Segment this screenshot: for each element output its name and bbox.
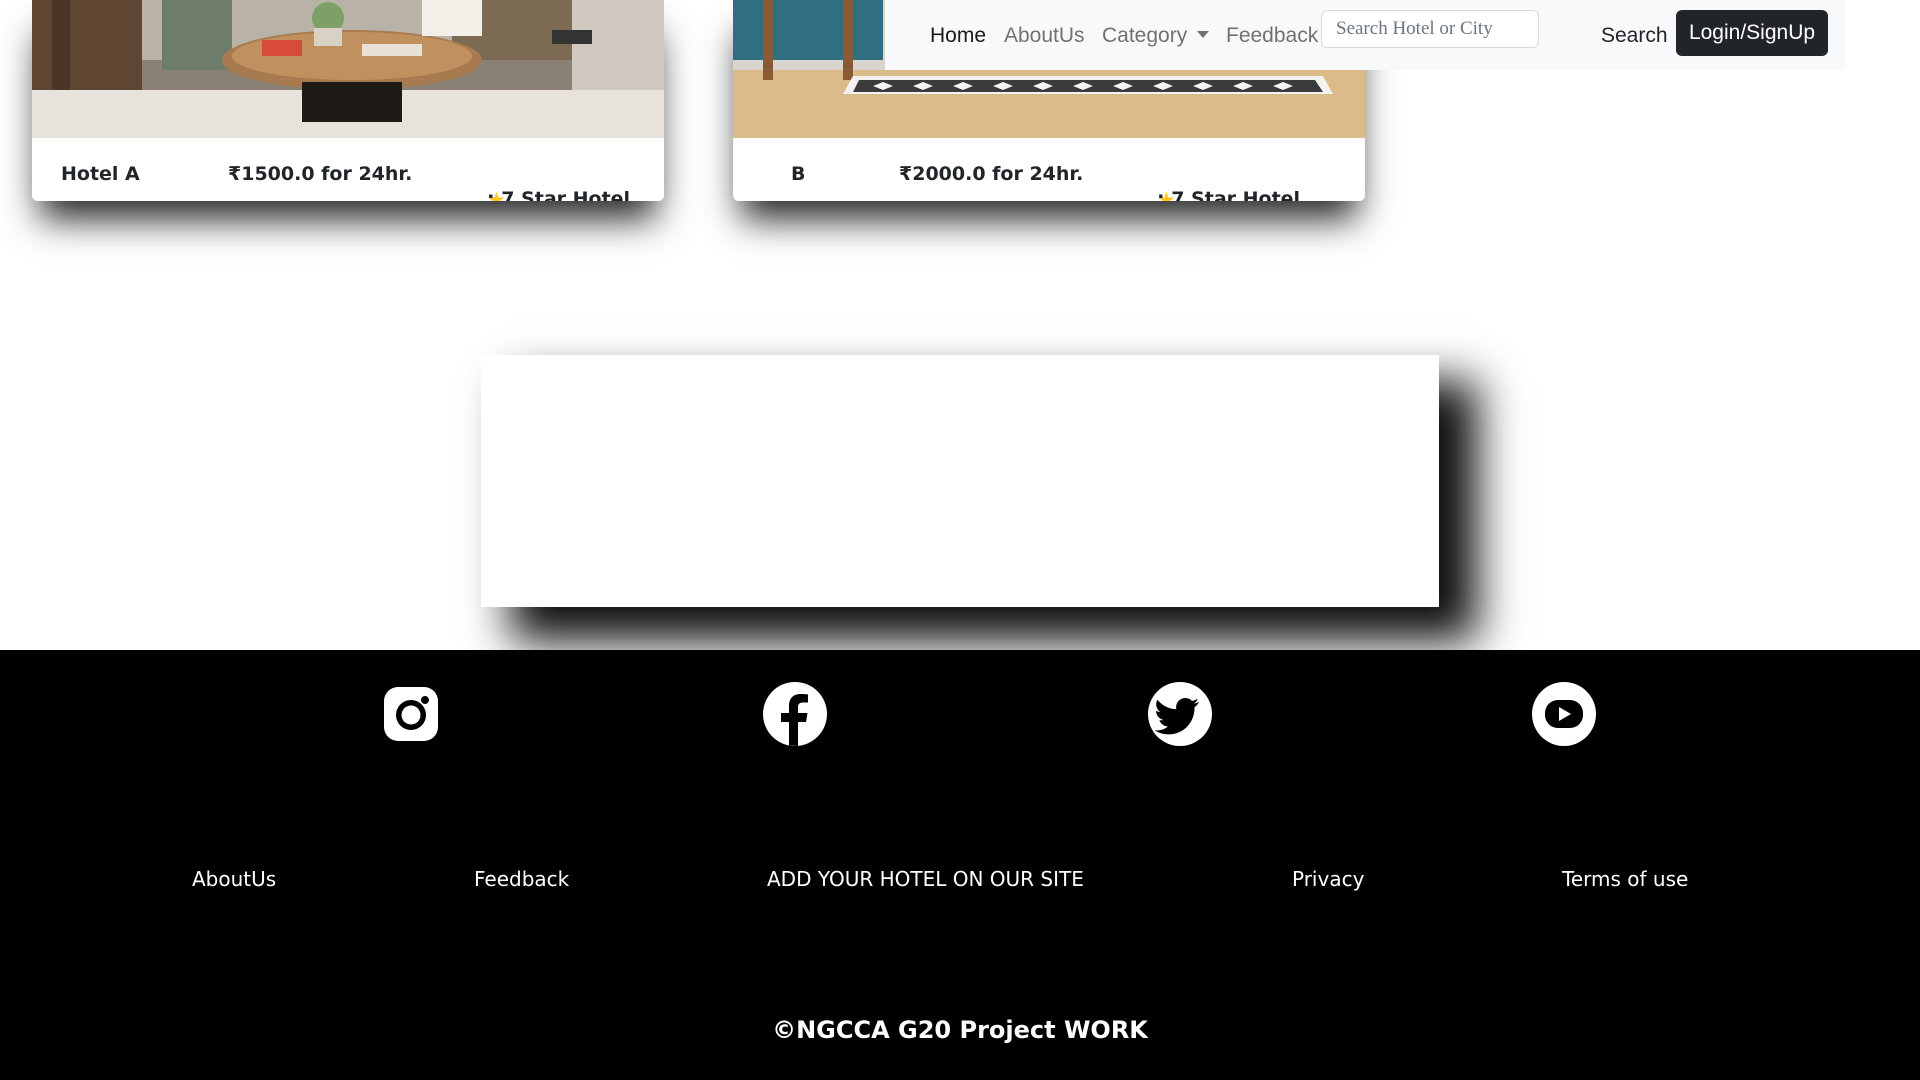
footer-about-link[interactable]: AboutUs: [192, 867, 276, 891]
nav-home-link[interactable]: Home: [930, 24, 986, 48]
facebook-icon[interactable]: [762, 681, 828, 747]
content-box: [481, 355, 1439, 607]
rating-text: : 7 Star Hotel: [1157, 188, 1301, 201]
hotel-name: B: [791, 163, 806, 185]
hotel-b-info: B ₹2000.0 for 24hr. ★: 7 Star Hotel: [733, 138, 1365, 201]
twitter-icon[interactable]: [1147, 681, 1213, 747]
hotel-price: ₹1500.0 for 24hr.: [228, 163, 413, 185]
footer-feedback-link[interactable]: Feedback: [474, 867, 569, 891]
hotel-a-info: Hotel A ₹1500.0 for 24hr. ★: 7 Star Hote…: [32, 138, 664, 201]
footer-terms-link[interactable]: Terms of use: [1562, 867, 1688, 891]
caret-down-icon: [1197, 31, 1210, 38]
nav-category-dropdown[interactable]: Category: [1102, 24, 1210, 48]
footer: AboutUs Feedback ADD YOUR HOTEL ON OUR S…: [0, 650, 1920, 1080]
rating-text: : 7 Star Hotel: [487, 188, 631, 201]
footer-privacy-link[interactable]: Privacy: [1292, 867, 1364, 891]
instagram-icon[interactable]: [378, 681, 444, 747]
youtube-icon[interactable]: [1531, 681, 1597, 747]
nav-category-label: Category: [1102, 24, 1188, 47]
nav-about-link[interactable]: AboutUs: [1004, 24, 1085, 48]
search-button[interactable]: Search: [1601, 24, 1668, 48]
hotel-name: Hotel A: [61, 163, 140, 185]
hotel-price: ₹2000.0 for 24hr.: [899, 163, 1084, 185]
search-input[interactable]: [1321, 10, 1539, 48]
hotel-card-a[interactable]: Hotel A ₹1500.0 for 24hr. ★: 7 Star Hote…: [32, 0, 664, 201]
hotel-a-image[interactable]: [32, 0, 664, 138]
navbar: Home AboutUs Category Feedback Search Lo…: [885, 0, 1845, 70]
copyright-text: ©NGCCA G20 Project WORK: [772, 1016, 1148, 1044]
nav-feedback-link[interactable]: Feedback: [1226, 24, 1318, 48]
footer-add-hotel-link[interactable]: ADD YOUR HOTEL ON OUR SITE: [767, 867, 1084, 891]
login-signup-button[interactable]: Login/SignUp: [1676, 10, 1828, 56]
